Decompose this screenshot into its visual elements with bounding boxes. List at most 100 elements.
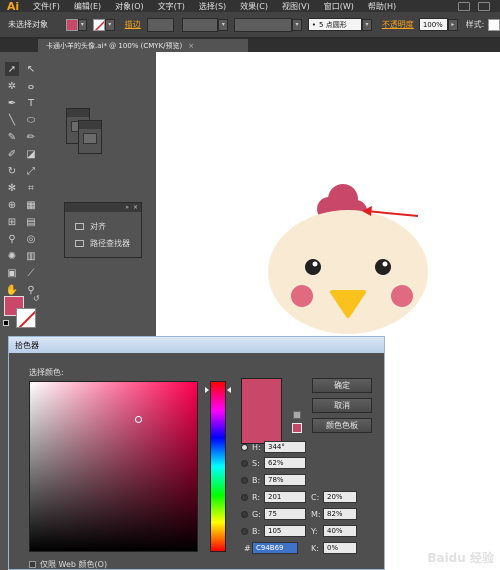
menu-object[interactable]: 对象(O) xyxy=(108,1,151,12)
eyedropper-tool-icon[interactable]: ⚲ xyxy=(5,232,19,246)
selection-tool-icon[interactable]: ➚ xyxy=(5,62,19,76)
mesh-tool-icon[interactable]: ⊞ xyxy=(5,215,19,229)
pen-tool-icon[interactable]: ✒ xyxy=(5,96,19,110)
brush-field[interactable]: • 5 点圆形 xyxy=(307,18,363,31)
right-cheek[interactable] xyxy=(391,285,413,307)
left-cheek[interactable] xyxy=(291,285,313,307)
stroke-label[interactable]: 描边 xyxy=(125,19,141,30)
ok-button[interactable]: 确定 xyxy=(312,378,372,393)
blob-brush-tool-icon[interactable]: ✐ xyxy=(5,147,19,161)
color-cursor[interactable] xyxy=(135,416,142,423)
color-swatches-button[interactable]: 颜色色板 xyxy=(312,418,372,433)
bridge-icon[interactable] xyxy=(458,1,470,11)
panel-item-pathfinder[interactable]: 路径查找器 xyxy=(65,235,141,252)
opacity-label[interactable]: 不透明度 xyxy=(382,19,414,30)
default-colors-icon[interactable] xyxy=(3,320,9,326)
brush-dropdown[interactable]: ▾ xyxy=(362,18,372,31)
arrange-documents-icon[interactable] xyxy=(478,1,490,11)
left-eye[interactable] xyxy=(305,259,321,275)
fill-dropdown[interactable]: ▾ xyxy=(77,18,88,31)
panel-icon[interactable] xyxy=(83,133,97,144)
green-radio[interactable] xyxy=(241,510,248,518)
collapsed-panel-2[interactable] xyxy=(78,120,102,154)
ellipse-tool-icon[interactable]: ⬭ xyxy=(24,113,38,127)
stroke-dropdown[interactable]: ▾ xyxy=(104,18,115,31)
blend-tool-icon[interactable]: ◎ xyxy=(24,232,38,246)
right-eye[interactable] xyxy=(375,259,391,275)
direct-selection-tool-icon[interactable]: ↖ xyxy=(24,62,38,76)
slice-tool-icon[interactable]: ⟋ xyxy=(24,266,38,280)
menu-type[interactable]: 文字(T) xyxy=(151,1,192,12)
cancel-button[interactable]: 取消 xyxy=(312,398,372,413)
hand-tool-icon[interactable]: ✋ xyxy=(5,283,19,297)
pencil-tool-icon[interactable]: ✏ xyxy=(24,130,38,144)
fill-color-swatch[interactable] xyxy=(65,18,78,31)
paintbrush-tool-icon[interactable]: ✎ xyxy=(5,130,19,144)
brightness-field[interactable]: 78% xyxy=(264,474,306,486)
black-field[interactable]: 0% xyxy=(323,542,357,554)
brightness-radio[interactable] xyxy=(241,476,248,484)
blue-radio[interactable] xyxy=(241,527,248,535)
rotate-tool-icon[interactable]: ↻ xyxy=(5,164,19,178)
red-field[interactable]: 201 xyxy=(264,491,306,503)
panel-grip[interactable] xyxy=(79,121,101,129)
hue-radio[interactable] xyxy=(241,443,248,451)
green-field[interactable]: 75 xyxy=(264,508,306,520)
hue-field[interactable]: 344° xyxy=(264,441,306,453)
hue-slider-left-arrow-icon[interactable] xyxy=(205,387,209,393)
stroke-swatch[interactable] xyxy=(16,308,36,328)
artboard-tool-icon[interactable]: ▣ xyxy=(5,266,19,280)
collapse-icon[interactable]: » xyxy=(125,204,129,211)
variable-width-dropdown[interactable]: ▾ xyxy=(218,18,229,31)
panel-item-align[interactable]: 对齐 xyxy=(65,218,141,235)
menu-view[interactable]: 视图(V) xyxy=(275,1,317,12)
document-tab[interactable]: 卡通小羊的头像.ai* @ 100% (CMYK/预览) × xyxy=(38,39,248,52)
menu-select[interactable]: 选择(S) xyxy=(192,1,233,12)
blue-field[interactable]: 105 xyxy=(264,525,306,537)
menu-file[interactable]: 文件(F) xyxy=(26,1,67,12)
free-transform-tool-icon[interactable]: ⌗ xyxy=(24,181,38,195)
panel-grip[interactable] xyxy=(67,109,89,117)
red-radio[interactable] xyxy=(241,493,248,501)
panel-header[interactable]: » × xyxy=(65,203,141,212)
close-tab-icon[interactable]: × xyxy=(188,42,194,50)
line-tool-icon[interactable]: ╲ xyxy=(5,113,19,127)
style-swatch[interactable] xyxy=(488,18,500,31)
stroke-none-swatch[interactable] xyxy=(93,18,105,31)
swap-fill-stroke-icon[interactable]: ↺ xyxy=(33,294,40,303)
brush-definition-field[interactable] xyxy=(234,17,293,32)
eraser-tool-icon[interactable]: ◪ xyxy=(24,147,38,161)
close-icon[interactable]: × xyxy=(133,204,138,211)
hue-slider[interactable] xyxy=(210,381,226,552)
web-only-option[interactable]: 仅限 Web 颜色(O) xyxy=(29,559,107,570)
saturation-field[interactable]: 62% xyxy=(264,457,306,469)
menu-help[interactable]: 帮助(H) xyxy=(361,1,403,12)
gradient-tool-icon[interactable]: ▤ xyxy=(24,215,38,229)
web-safe-color-swatch[interactable] xyxy=(292,423,302,433)
lasso-tool-icon[interactable]: ⴰ xyxy=(24,79,38,93)
saturation-radio[interactable] xyxy=(241,459,248,467)
web-only-checkbox[interactable] xyxy=(29,561,36,568)
menu-edit[interactable]: 编辑(E) xyxy=(67,1,108,12)
brush-definition-dropdown[interactable]: ▾ xyxy=(292,18,302,31)
magenta-field[interactable]: 82% xyxy=(323,508,357,520)
opacity-field[interactable]: 100% xyxy=(418,18,448,31)
column-graph-tool-icon[interactable]: ▥ xyxy=(24,249,38,263)
cyan-field[interactable]: 20% xyxy=(323,491,357,503)
type-tool-icon[interactable]: T xyxy=(24,96,38,110)
out-of-web-gamut-cube-icon[interactable] xyxy=(293,411,301,419)
hex-field[interactable]: C94B69 xyxy=(252,542,298,554)
magic-wand-tool-icon[interactable]: ✲ xyxy=(5,79,19,93)
perspective-grid-tool-icon[interactable]: ▦ xyxy=(24,198,38,212)
menu-window[interactable]: 窗口(W) xyxy=(317,1,361,12)
menu-effect[interactable]: 效果(C) xyxy=(233,1,275,12)
opacity-dropdown[interactable]: ▸ xyxy=(447,18,458,31)
scale-tool-icon[interactable]: ⤢ xyxy=(24,164,38,178)
yellow-field[interactable]: 40% xyxy=(323,525,357,537)
symbol-sprayer-tool-icon[interactable]: ✺ xyxy=(5,249,19,263)
saturation-brightness-field[interactable] xyxy=(29,381,198,552)
hue-slider-right-arrow-icon[interactable] xyxy=(227,387,231,393)
warp-tool-icon[interactable]: ✻ xyxy=(5,181,19,195)
variable-width-field[interactable] xyxy=(181,17,219,32)
shape-builder-tool-icon[interactable]: ⊕ xyxy=(5,198,19,212)
